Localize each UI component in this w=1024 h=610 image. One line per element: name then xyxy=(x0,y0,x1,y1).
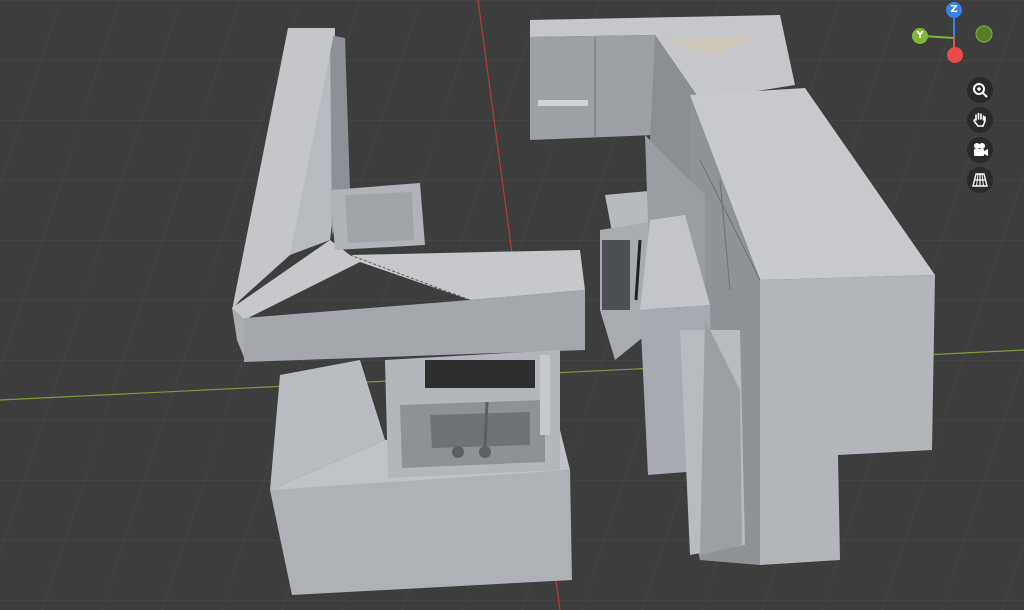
pan-button[interactable] xyxy=(967,107,993,133)
zoom-icon xyxy=(973,83,988,98)
zoom-button[interactable] xyxy=(967,77,993,103)
navigation-gizmo[interactable]: Z Y xyxy=(900,0,1010,70)
gizmo-y-label: Y xyxy=(916,30,924,41)
hand-pan-icon xyxy=(973,112,986,127)
3d-viewport[interactable] xyxy=(0,0,1024,610)
kitchen-sink-island[interactable] xyxy=(270,350,572,595)
viewport-canvas[interactable] xyxy=(0,0,1024,610)
grid-view-button[interactable] xyxy=(967,167,993,193)
grid-view-icon xyxy=(972,173,988,187)
camera-icon xyxy=(974,143,988,156)
gizmo-neg-y-axis xyxy=(975,25,993,43)
gizmo-z-label: Z xyxy=(950,4,958,15)
gizmo-x-axis xyxy=(947,47,963,63)
camera-button[interactable] xyxy=(967,137,993,163)
